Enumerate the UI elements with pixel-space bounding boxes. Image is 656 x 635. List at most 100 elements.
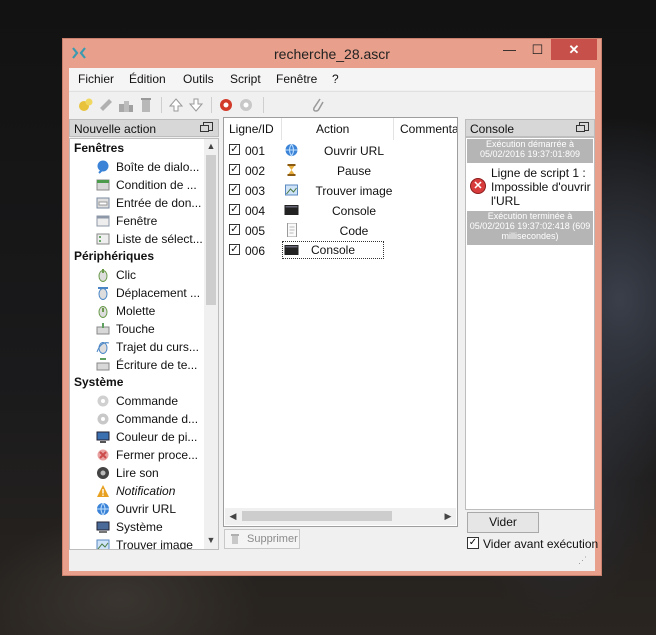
catalog-item[interactable]: Liste de sélect...: [96, 231, 204, 248]
category-peripheriques[interactable]: Périphériques: [74, 249, 154, 263]
code-icon: [287, 223, 297, 237]
catalog-item[interactable]: Système: [96, 519, 204, 536]
hourglass-icon: [287, 164, 296, 176]
table-row[interactable]: ✓ 005 Code: [224, 220, 457, 240]
row-action-focused: Console: [282, 241, 384, 259]
mouse-wheel-icon: [98, 306, 108, 318]
catalog-item[interactable]: Commande: [96, 393, 204, 410]
menu-outils[interactable]: Outils: [183, 72, 214, 86]
table-row[interactable]: ✓ 002 Pause: [224, 160, 457, 180]
scroll-up-arrow-icon[interactable]: ▲: [204, 141, 218, 151]
menu-fichier[interactable]: Fichier: [78, 72, 114, 86]
catalog-item[interactable]: Molette: [96, 303, 204, 320]
resize-grip-icon[interactable]: ⋰: [578, 556, 590, 569]
scroll-right-arrow-icon[interactable]: ▶: [442, 511, 454, 522]
catalog-item[interactable]: Trajet du curs...: [96, 339, 204, 356]
row-enabled-checkbox[interactable]: ✓: [229, 164, 240, 175]
new-action-icon[interactable]: [77, 96, 95, 114]
clear-before-run-label: Vider avant exécution: [483, 537, 599, 551]
scroll-left-arrow-icon[interactable]: ◀: [227, 511, 239, 522]
trash-icon: [231, 534, 239, 544]
warning-icon: [97, 485, 109, 497]
move-down-icon[interactable]: [187, 96, 205, 114]
table-row[interactable]: ✓ 003 Trouver image: [224, 180, 457, 200]
category-fenetres[interactable]: Fenêtres: [74, 141, 124, 155]
close-button[interactable]: ✕: [551, 39, 597, 60]
table-row[interactable]: ✓ 006 Console: [224, 240, 457, 260]
row-enabled-checkbox[interactable]: ✓: [229, 224, 240, 235]
clear-console-button[interactable]: Vider: [467, 512, 539, 533]
row-enabled-checkbox[interactable]: ✓: [229, 204, 240, 215]
catalog-item[interactable]: Touche: [96, 321, 204, 338]
action-catalog-list[interactable]: Fenêtres Boîte de dialo... Condition de …: [69, 138, 219, 550]
table-horizontal-scrollbar[interactable]: ◀ ▶: [225, 508, 456, 525]
command-icon: [97, 395, 109, 407]
row-id: 003: [245, 184, 266, 198]
log-execution-start: Exécution démarrée à 05/02/2016 19:37:01…: [467, 139, 593, 163]
catalog-item[interactable]: Lire son: [96, 465, 204, 482]
trash-icon[interactable]: [137, 96, 155, 114]
maximize-button[interactable]: ☐: [524, 39, 551, 60]
minimize-button[interactable]: —: [495, 39, 524, 60]
menu-fenetre[interactable]: Fenêtre: [276, 72, 317, 86]
console-output: Exécution démarrée à 05/02/2016 19:37:01…: [465, 137, 595, 510]
window-icon: [96, 215, 110, 227]
command-gear-icon: [97, 413, 109, 425]
clear-before-run-checkbox[interactable]: ✓: [467, 537, 479, 549]
row-enabled-checkbox[interactable]: ✓: [229, 184, 240, 195]
table-row[interactable]: ✓ 001 Ouvrir URL: [224, 140, 457, 160]
close-process-icon: [97, 449, 109, 461]
catalog-item[interactable]: Entrée de don...: [96, 195, 204, 212]
mouse-move-icon: [98, 287, 108, 300]
keyboard-key-icon: [96, 323, 110, 335]
catalog-item[interactable]: Fenêtre: [96, 213, 204, 230]
row-enabled-checkbox[interactable]: ✓: [229, 244, 240, 255]
row-id: 005: [245, 224, 266, 238]
globe-icon: [285, 143, 298, 157]
group-action-icon[interactable]: [117, 96, 135, 114]
catalog-item[interactable]: Ouvrir URL: [96, 501, 204, 518]
catalog-item[interactable]: Condition de ...: [96, 177, 204, 194]
script-lines-table[interactable]: Ligne/ID Action Commentai ✓ 001 Ouvrir U…: [223, 117, 458, 527]
delete-button[interactable]: Supprimer: [224, 529, 300, 549]
column-header-action[interactable]: Action: [282, 118, 394, 140]
computer-icon: [96, 521, 110, 533]
column-header-comment[interactable]: Commentai: [394, 118, 457, 140]
category-systeme[interactable]: Système: [74, 375, 123, 389]
scroll-thumb[interactable]: [242, 511, 392, 521]
panel-float-icon[interactable]: [200, 122, 213, 132]
data-entry-icon: [96, 197, 110, 209]
toolbar-separator: [161, 97, 162, 113]
menu-help[interactable]: ?: [332, 72, 339, 86]
panel-float-icon[interactable]: [576, 122, 589, 132]
scroll-thumb[interactable]: [206, 155, 216, 305]
catalog-item[interactable]: Déplacement ...: [96, 285, 204, 302]
row-action: Trouver image: [315, 184, 393, 198]
column-header-line-id[interactable]: Ligne/ID: [224, 118, 282, 140]
catalog-item[interactable]: Commande d...: [96, 411, 204, 428]
catalog-item[interactable]: Boîte de dialo...: [96, 159, 204, 176]
table-row[interactable]: ✓ 004 Console: [224, 200, 457, 220]
catalog-item[interactable]: Fermer proce...: [96, 447, 204, 464]
error-icon: ✕: [470, 178, 486, 194]
run-gear-icon[interactable]: [217, 96, 235, 114]
attach-paperclip-icon[interactable]: [309, 96, 327, 114]
row-id: 004: [245, 204, 266, 218]
title-bar[interactable]: recherche_28.ascr — ☐ ✕: [63, 39, 601, 68]
catalog-item[interactable]: Trouver image: [96, 537, 204, 549]
new-action-panel-header: Nouvelle action: [69, 119, 219, 137]
find-image-icon: [96, 539, 110, 549]
scroll-down-arrow-icon[interactable]: ▼: [204, 535, 218, 545]
edit-action-icon[interactable]: [97, 96, 115, 114]
move-up-icon[interactable]: [167, 96, 185, 114]
catalog-item[interactable]: Clic: [96, 267, 204, 284]
row-enabled-checkbox[interactable]: ✓: [229, 144, 240, 155]
menu-edition[interactable]: Édition: [129, 72, 166, 86]
stop-gear-icon[interactable]: [237, 96, 255, 114]
menu-script[interactable]: Script: [230, 72, 261, 86]
catalog-item[interactable]: Notification: [96, 483, 204, 500]
catalog-item[interactable]: Écriture de te...: [96, 357, 204, 374]
new-action-panel-title: Nouvelle action: [74, 122, 157, 136]
catalog-item[interactable]: Couleur de pi...: [96, 429, 204, 446]
catalog-scrollbar[interactable]: ▲ ▼: [204, 139, 218, 549]
